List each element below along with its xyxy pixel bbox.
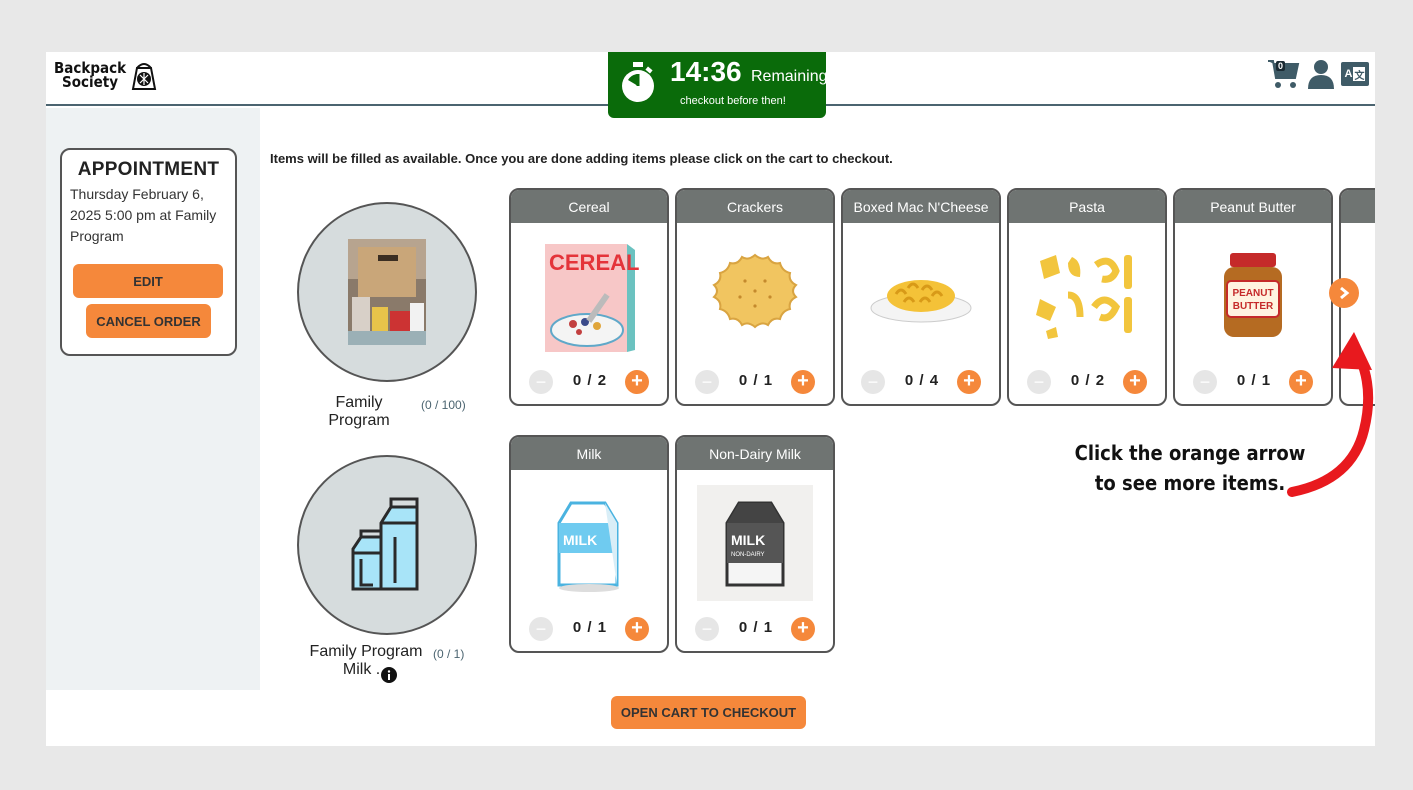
item-image: MILK NON-DAIRY (697, 485, 813, 601)
user-icon[interactable] (1307, 59, 1335, 89)
increase-button[interactable]: + (791, 370, 815, 394)
item-image (697, 238, 813, 354)
item-card-milk[interactable]: Milk MILK − 0 / 1 + (509, 435, 669, 653)
milk-cartons-icon (351, 497, 419, 591)
cart-count-badge: 0 (1276, 61, 1286, 71)
chevron-right-icon (1340, 286, 1350, 300)
bucket-name: Family Program Milk ... (309, 643, 423, 678)
decrease-button[interactable]: − (861, 370, 885, 394)
curved-arrow-annotation (1287, 332, 1374, 497)
item-quantity: 0 / 4 (904, 372, 940, 389)
decrease-button[interactable]: − (1193, 370, 1217, 394)
mac-n-cheese-image (870, 280, 972, 323)
item-label: Pasta (1009, 190, 1165, 223)
decrease-button[interactable]: − (695, 370, 719, 394)
increase-button[interactable]: + (625, 370, 649, 394)
quantity-stepper: − 0 / 1 + (511, 615, 667, 643)
cancel-order-button[interactable]: CANCEL ORDER (86, 304, 211, 338)
checkout-timer: 14:36 Remaining checkout before then! (608, 52, 828, 118)
header-actions: 0 A 文 (1267, 58, 1369, 90)
item-label: Non-Dairy Milk (677, 437, 833, 470)
next-items-arrow[interactable] (1329, 278, 1359, 308)
edit-button[interactable]: EDIT (73, 264, 223, 298)
language-cjk-glyph: 文 (1353, 67, 1366, 82)
item-quantity: 0 / 1 (572, 619, 608, 636)
appointment-details: Thursday February 6, 2025 5:00 pm at Fam… (70, 186, 217, 244)
sidebar: APPOINTMENT Thursday February 6, 2025 5:… (46, 108, 260, 690)
item-card-pasta[interactable]: Pasta − 0 / 2 + (1007, 188, 1167, 406)
decrease-button[interactable]: − (529, 617, 553, 641)
pasta-image (1036, 255, 1132, 339)
peanut-butter-image: PEANUT BUTTER (1224, 253, 1282, 337)
cracker-image (712, 253, 798, 329)
item-label: Cereal (511, 190, 667, 223)
increase-button[interactable]: + (1123, 370, 1147, 394)
decrease-button[interactable]: − (695, 617, 719, 641)
quantity-stepper: − 0 / 1 + (677, 368, 833, 396)
cereal-box-text: CEREAL (549, 250, 639, 275)
backpack-icon (131, 63, 157, 90)
item-image: CEREAL (531, 238, 647, 354)
info-icon[interactable] (381, 667, 397, 683)
appointment-title: APPOINTMENT (77, 159, 220, 180)
item-image (863, 238, 979, 354)
milk-carton-image: MILK (557, 501, 619, 592)
food-box-photo (348, 239, 426, 345)
milk-carton-text: MILK (563, 532, 597, 548)
bucket-image (297, 202, 477, 382)
quantity-stepper: − 0 / 2 + (1009, 368, 1165, 396)
app-window: Backpack Society 14:36 Remaining checkou… (46, 52, 1375, 746)
item-image (1029, 238, 1145, 354)
item-card-non-dairy-milk[interactable]: Non-Dairy Milk MILK NON-DAIRY − 0 / 1 + (675, 435, 835, 653)
quantity-stepper: − 0 / 2 + (511, 368, 667, 396)
item-card-crackers[interactable]: Crackers − 0 / 1 + (675, 188, 835, 406)
logo-line2: Society (62, 73, 119, 91)
item-quantity: 0 / 2 (572, 372, 608, 389)
open-cart-checkout-button[interactable]: OPEN CART TO CHECKOUT (611, 696, 806, 729)
quantity-stepper: − 0 / 4 + (843, 368, 999, 396)
stopwatch-icon (622, 62, 654, 102)
instructions-text: Items will be filled as available. Once … (270, 151, 893, 166)
logo[interactable]: Backpack Society (54, 60, 158, 90)
bucket-count: (0 / 1) (433, 647, 465, 661)
non-dairy-carton-text: MILK (731, 532, 765, 548)
language-button[interactable]: A 文 (1341, 62, 1369, 86)
item-label: Boxed Mac N'Cheese (843, 190, 999, 223)
decrease-button[interactable]: − (1027, 370, 1051, 394)
non-dairy-milk-carton-image: MILK NON-DAIRY (725, 501, 785, 587)
increase-button[interactable]: + (791, 617, 815, 641)
item-quantity: 0 / 1 (738, 619, 774, 636)
item-quantity: 0 / 1 (738, 372, 774, 389)
cart-button[interactable]: 0 (1267, 58, 1301, 90)
decrease-button[interactable]: − (529, 370, 553, 394)
bucket-family-program[interactable]: Family Program (0 / 100) (297, 202, 477, 432)
bucket-name: Family Program (328, 394, 390, 429)
item-label: Crackers (677, 190, 833, 223)
increase-button[interactable]: + (957, 370, 981, 394)
timer-label: Remaining (751, 68, 828, 85)
language-a-glyph: A (1344, 68, 1353, 80)
cereal-box-image: CEREAL (545, 244, 639, 352)
increase-button[interactable]: + (625, 617, 649, 641)
item-label: Peanut Butter (1175, 190, 1331, 223)
appointment-card: APPOINTMENT Thursday February 6, 2025 5:… (60, 148, 237, 356)
bucket-count: (0 / 100) (421, 398, 466, 412)
bucket-family-program-milk[interactable]: Family Program Milk ... (0 / 1) (297, 455, 477, 685)
timer-time: 14:36 (670, 56, 742, 87)
timer-subtext: checkout before then! (680, 95, 786, 107)
item-label: Milk (511, 437, 667, 470)
quantity-stepper: − 0 / 1 + (677, 615, 833, 643)
item-card-mac-n-cheese[interactable]: Boxed Mac N'Cheese − 0 / 4 + (841, 188, 1001, 406)
top-bar: Backpack Society 14:36 Remaining checkou… (46, 52, 1375, 118)
item-image: MILK (531, 485, 647, 601)
pb-label-line2: BUTTER (1233, 301, 1274, 312)
non-dairy-carton-subtext: NON-DAIRY (731, 552, 765, 558)
item-quantity: 0 / 2 (1070, 372, 1106, 389)
pb-label-line1: PEANUT (1232, 288, 1273, 299)
item-card-cereal[interactable]: Cereal CEREAL − 0 / 2 + (509, 188, 669, 406)
bucket-image (297, 455, 477, 635)
